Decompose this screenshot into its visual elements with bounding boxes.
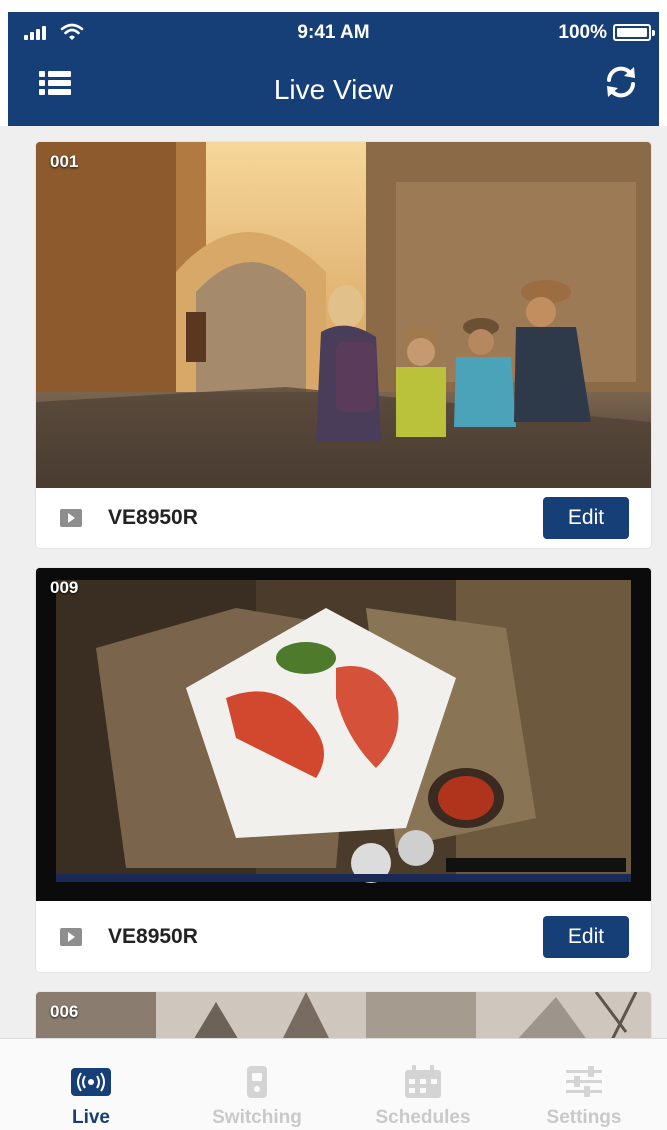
camera-list[interactable]: 001 VE8950R Edit 009 VE8950R Edit 006 (0, 126, 667, 1038)
tab-label: Live (71, 1107, 111, 1128)
camera-card: 001 VE8950R Edit (36, 142, 651, 548)
camera-card: 009 VE8950R Edit (36, 568, 651, 972)
city-scene-image (36, 992, 651, 1038)
camera-info-row: VE8950R Edit (36, 902, 651, 972)
app-header: 9:41 AM 100% Live View (8, 12, 659, 126)
camera-number: 006 (50, 1002, 79, 1021)
food-scene-image (36, 568, 651, 901)
status-bar: 9:41 AM 100% (8, 12, 659, 52)
tab-label: Schedules (375, 1107, 471, 1128)
battery-percent: 100% (558, 22, 607, 43)
camera-preview[interactable]: 001 (36, 142, 651, 488)
camera-info-row: VE8950R Edit (36, 488, 651, 548)
camera-number: 001 (50, 152, 79, 171)
camera-card: 006 (36, 992, 651, 1038)
tab-settings[interactable]: Settings (501, 1039, 667, 1130)
sliders-icon (566, 1066, 602, 1097)
live-broadcast-icon (71, 1068, 111, 1096)
camera-preview[interactable]: 006 (36, 992, 651, 1038)
battery-icon (613, 24, 655, 41)
tab-switching[interactable]: Switching (174, 1039, 340, 1130)
page-title: Live View (273, 74, 394, 105)
remote-switch-icon (247, 1066, 267, 1098)
tab-bar: Live Switching Schedules Settings (0, 1038, 667, 1130)
tab-schedules[interactable]: Schedules (340, 1039, 506, 1130)
video-camera-icon (60, 928, 82, 946)
camera-name: VE8950R (108, 506, 198, 529)
tab-live[interactable]: Live (8, 1039, 174, 1130)
street-scene-image (36, 142, 651, 488)
edit-button[interactable]: Edit (543, 497, 629, 539)
phone-screen: 9:41 AM 100% Live View 001 VE8950R Edit … (0, 0, 667, 1130)
edit-button[interactable]: Edit (543, 916, 629, 958)
tab-label: Switching (212, 1107, 302, 1128)
refresh-icon[interactable] (601, 62, 641, 102)
video-camera-icon (60, 509, 82, 527)
calendar-icon (405, 1065, 441, 1098)
camera-name: VE8950R (108, 925, 198, 948)
camera-preview[interactable]: 009 (36, 568, 651, 901)
camera-number: 009 (50, 578, 79, 597)
tab-label: Settings (546, 1107, 622, 1128)
